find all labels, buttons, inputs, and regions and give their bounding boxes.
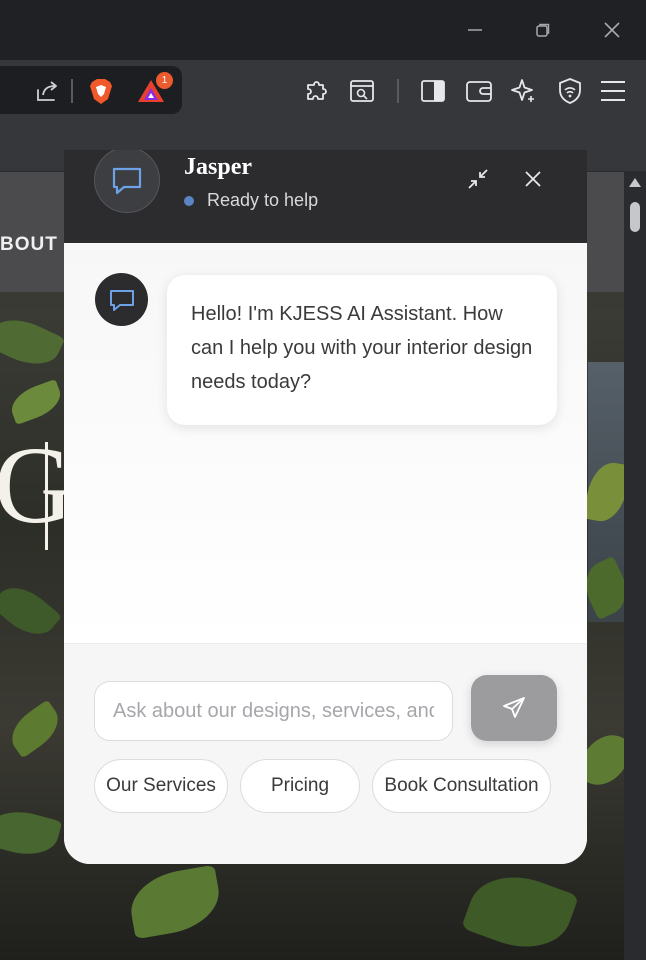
quick-reply-book-consultation[interactable]: Book Consultation bbox=[372, 759, 551, 813]
quick-reply-our-services[interactable]: Our Services bbox=[94, 759, 228, 813]
menu-icon[interactable] bbox=[599, 77, 627, 105]
chat-header: Jasper Ready to help bbox=[64, 150, 587, 243]
close-icon[interactable] bbox=[600, 18, 624, 42]
plant-leaf bbox=[0, 309, 66, 375]
assistant-message: Hello! I'm KJESS AI Assistant. How can I… bbox=[167, 275, 557, 425]
page-scrollbar[interactable] bbox=[624, 172, 646, 960]
agent-avatar bbox=[94, 150, 160, 213]
browser-titlebar bbox=[0, 0, 646, 60]
sidebar-icon[interactable] bbox=[419, 77, 447, 105]
chat-composer: Our Services Pricing Book Consultation bbox=[64, 644, 587, 864]
send-button[interactable] bbox=[471, 675, 557, 741]
hero-divider bbox=[45, 442, 48, 550]
leo-ai-icon[interactable] bbox=[510, 77, 538, 105]
chat-widget: Jasper Ready to help Hello! I'm KJESS AI… bbox=[64, 150, 587, 864]
hero-title-fragment: G bbox=[0, 424, 74, 546]
wallet-icon[interactable] bbox=[465, 77, 493, 105]
status-dot bbox=[184, 195, 194, 206]
toolbar-divider bbox=[397, 79, 399, 103]
toolbar-divider bbox=[71, 79, 73, 103]
close-chat-icon[interactable] bbox=[519, 165, 547, 193]
rewards-badge: 1 bbox=[156, 72, 173, 89]
send-icon bbox=[503, 697, 525, 718]
brave-shields-icon[interactable] bbox=[87, 77, 115, 105]
scroll-thumb[interactable] bbox=[630, 202, 640, 232]
minimize-chat-icon[interactable] bbox=[464, 165, 492, 193]
status-text: Ready to help bbox=[207, 190, 319, 210]
chat-bubble-icon bbox=[109, 289, 134, 311]
chat-messages: Hello! I'm KJESS AI Assistant. How can I… bbox=[64, 243, 587, 644]
assistant-avatar bbox=[95, 273, 148, 326]
agent-status: Ready to help bbox=[184, 190, 318, 211]
plant-leaf bbox=[3, 699, 67, 759]
plant-leaf bbox=[125, 864, 225, 940]
extensions-icon[interactable] bbox=[303, 77, 331, 105]
agent-name: Jasper bbox=[184, 154, 252, 180]
nav-link-about[interactable]: BOUT bbox=[0, 234, 58, 256]
vpn-icon[interactable] bbox=[556, 77, 584, 105]
plant-leaf bbox=[6, 379, 66, 425]
share-icon[interactable] bbox=[33, 77, 61, 105]
plant-leaf bbox=[461, 862, 579, 960]
restore-icon[interactable] bbox=[531, 18, 555, 42]
plant-leaf bbox=[0, 576, 62, 646]
reader-mode-icon[interactable] bbox=[348, 77, 376, 105]
message-input[interactable] bbox=[94, 681, 453, 741]
minimize-icon[interactable] bbox=[463, 18, 487, 42]
scroll-up-arrow-icon[interactable] bbox=[629, 178, 641, 187]
plant-leaf bbox=[0, 803, 63, 863]
chat-bubble-icon bbox=[112, 167, 142, 195]
quick-reply-pricing[interactable]: Pricing bbox=[240, 759, 360, 813]
